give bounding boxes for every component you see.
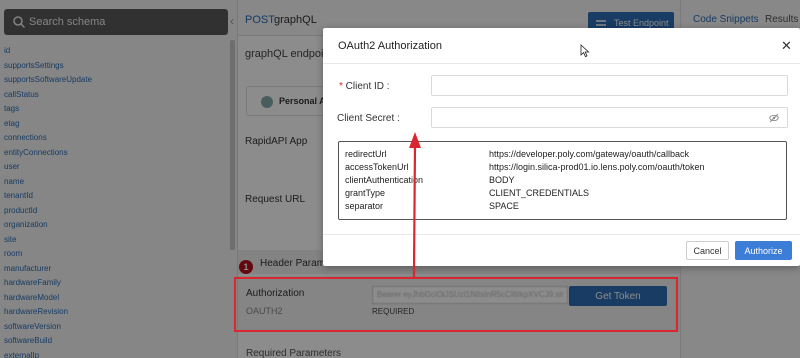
config-key: clientAuthentication bbox=[345, 175, 424, 185]
client-id-label-text: Client ID bbox=[345, 81, 385, 92]
config-value: https://login.silica-prod01.io.lens.poly… bbox=[489, 162, 705, 172]
client-id-label: * Client ID : bbox=[339, 81, 390, 92]
authorize-button[interactable]: Authorize bbox=[735, 241, 792, 260]
eye-slash-icon[interactable] bbox=[769, 113, 779, 123]
close-icon[interactable]: ✕ bbox=[781, 38, 792, 54]
client-id-input[interactable] bbox=[431, 75, 788, 96]
divider bbox=[323, 234, 800, 235]
mouse-cursor-icon bbox=[580, 44, 590, 58]
config-value: SPACE bbox=[489, 201, 519, 211]
config-key: accessTokenUrl bbox=[345, 162, 409, 172]
oauth-config-details: redirectUrl https://developer.poly.com/ga… bbox=[338, 141, 787, 220]
client-secret-label: Client Secret : bbox=[337, 113, 400, 124]
config-key: grantType bbox=[345, 188, 386, 198]
config-key: redirectUrl bbox=[345, 149, 387, 159]
config-key: separator bbox=[345, 201, 384, 211]
divider bbox=[323, 63, 800, 64]
client-secret-label-text: Client Secret bbox=[337, 113, 395, 124]
oauth2-dialog: OAuth2 Authorization ✕ * Client ID : Cli… bbox=[323, 28, 800, 266]
dialog-title: OAuth2 Authorization bbox=[338, 40, 442, 52]
cancel-button[interactable]: Cancel bbox=[686, 241, 729, 260]
config-value: https://developer.poly.com/gateway/oauth… bbox=[489, 149, 689, 159]
config-value: BODY bbox=[489, 175, 515, 185]
annotation-highlight-box bbox=[234, 277, 678, 332]
client-secret-input[interactable] bbox=[431, 107, 788, 128]
required-marker: * bbox=[339, 81, 346, 92]
config-value: CLIENT_CREDENTIALS bbox=[489, 188, 590, 198]
